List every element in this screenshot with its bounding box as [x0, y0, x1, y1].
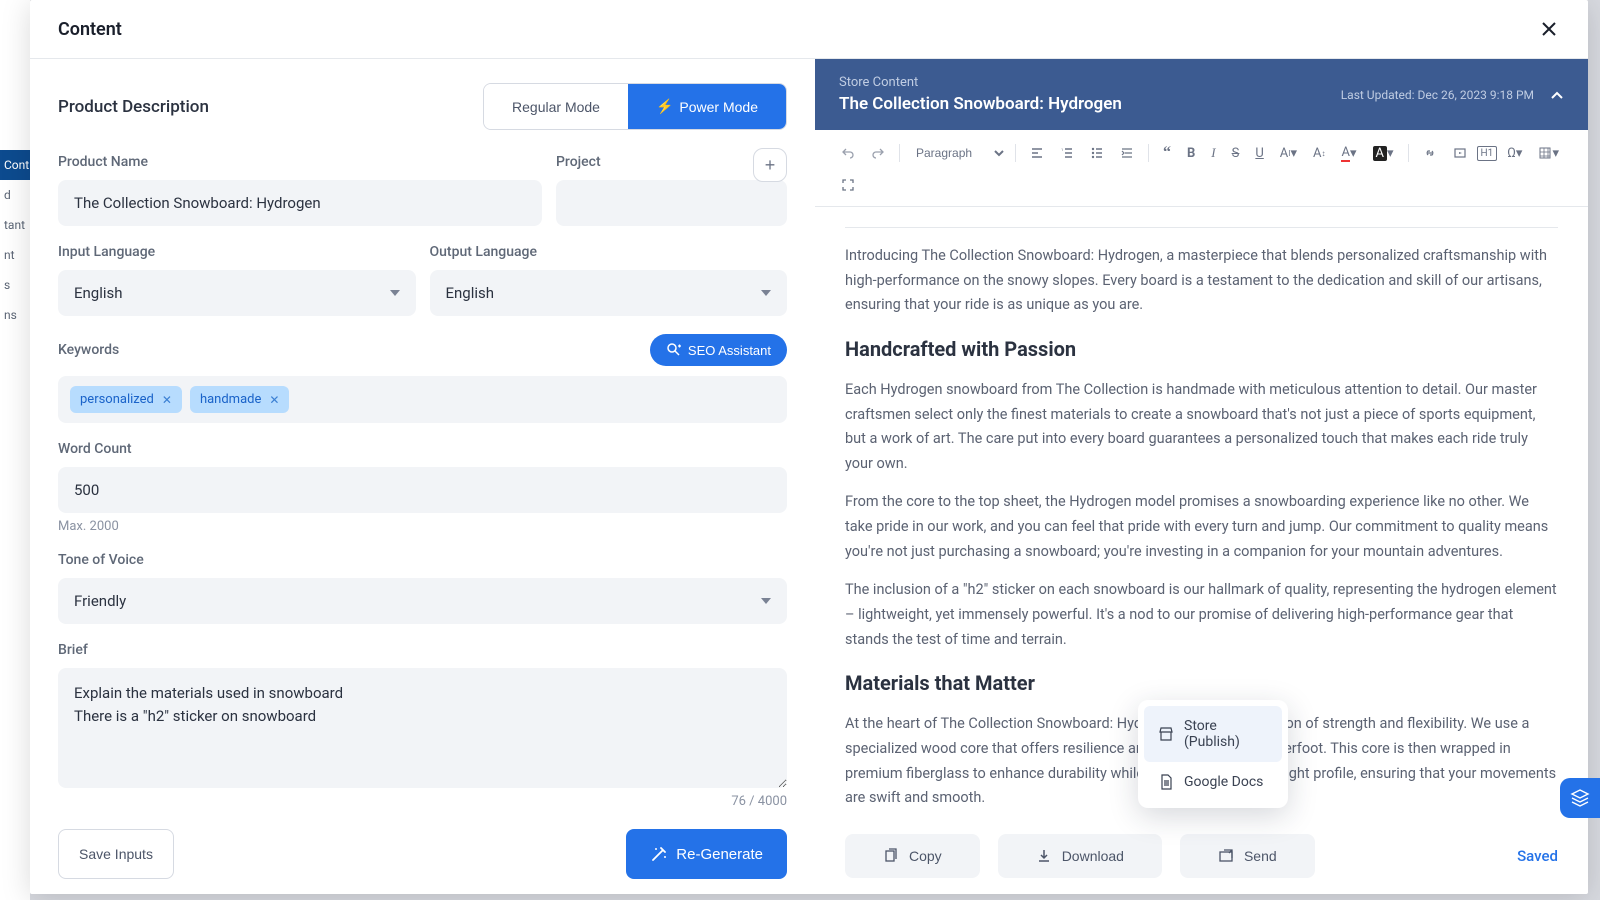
close-button[interactable] [1538, 18, 1560, 40]
quote-button[interactable]: “ [1157, 140, 1177, 166]
special-char-button[interactable]: Ω▾ [1501, 142, 1528, 165]
content-paragraph: Introducing The Collection Snowboard: Hy… [845, 244, 1558, 318]
backdrop-nav-item: Cont [0, 150, 30, 180]
modal-title: Content [58, 19, 122, 40]
content-heading: Materials that Matter [845, 666, 1558, 700]
input-language-label: Input Language [58, 244, 416, 260]
keyword-text: handmade [200, 392, 261, 407]
seo-assistant-button[interactable]: SEO Assistant [650, 334, 787, 366]
superscript-button[interactable]: A↕ [1307, 142, 1331, 165]
collapse-button[interactable] [1550, 90, 1564, 100]
table-button[interactable]: ▾ [1532, 142, 1565, 165]
remove-keyword-button[interactable]: ✕ [162, 393, 172, 407]
google-docs-label: Google Docs [1184, 774, 1263, 790]
content-paragraph: From the core to the top sheet, the Hydr… [845, 490, 1558, 564]
strike-button[interactable]: S [1226, 142, 1246, 165]
section-title: Product Description [58, 97, 209, 117]
word-count-label: Word Count [58, 441, 787, 457]
indent-button[interactable] [1114, 142, 1140, 164]
content-paragraph: Each Hydrogen snowboard from The Collect… [845, 378, 1558, 477]
keyword-tag: handmade ✕ [190, 386, 290, 413]
svg-text:1: 1 [1061, 147, 1063, 152]
backdrop-nav-item: ns [0, 300, 30, 330]
underline-button[interactable]: U [1249, 142, 1269, 165]
undo-button[interactable] [835, 142, 861, 164]
backdrop-nav-item: s [0, 270, 30, 300]
input-language-select[interactable] [58, 270, 416, 316]
wand-icon [650, 845, 668, 863]
bold-button[interactable]: B [1181, 142, 1201, 165]
text-color-button[interactable]: A▾ [1335, 141, 1362, 166]
remove-keyword-button[interactable]: ✕ [269, 393, 279, 407]
regenerate-button[interactable]: Re-Generate [626, 829, 787, 879]
send-popover: Store (Publish) Google Docs [1138, 700, 1288, 808]
form-panel: Product Description Regular Mode ⚡ Power… [30, 59, 815, 894]
add-project-button[interactable]: + [753, 148, 787, 182]
align-button[interactable] [1024, 142, 1050, 164]
fullscreen-button[interactable] [835, 174, 861, 196]
tone-label: Tone of Voice [58, 552, 787, 568]
editor-doc-title: The Collection Snowboard: Hydrogen [839, 94, 1122, 114]
document-icon [1158, 774, 1174, 790]
store-publish-label: Store (Publish) [1184, 718, 1268, 750]
store-publish-option[interactable]: Store (Publish) [1144, 706, 1282, 762]
google-docs-option[interactable]: Google Docs [1144, 762, 1282, 802]
heading-button[interactable]: H1 [1477, 146, 1498, 161]
power-mode-button[interactable]: ⚡ Power Mode [628, 84, 786, 129]
bolt-icon: ⚡ [656, 98, 673, 115]
seo-icon [666, 342, 682, 358]
bullet-list-button[interactable] [1084, 142, 1110, 164]
regular-mode-button[interactable]: Regular Mode [484, 84, 628, 129]
output-language-select[interactable] [430, 270, 788, 316]
copy-label: Copy [909, 848, 942, 864]
keyword-text: personalized [80, 392, 154, 407]
mode-toggle: Regular Mode ⚡ Power Mode [483, 83, 787, 130]
saved-status: Saved [1517, 847, 1558, 865]
brief-char-count: 76 / 4000 [58, 794, 787, 809]
store-icon [1158, 726, 1174, 742]
brief-textarea[interactable] [58, 668, 787, 788]
send-icon [1218, 848, 1234, 864]
content-modal: Content Product Description Regular Mode… [30, 0, 1588, 894]
copy-icon [883, 848, 899, 864]
keywords-label: Keywords [58, 342, 119, 358]
backdrop-nav-item: nt [0, 240, 30, 270]
ordered-list-button[interactable]: 1 [1054, 142, 1080, 164]
highlight-button[interactable]: A▾ [1367, 142, 1400, 165]
download-icon [1036, 848, 1052, 864]
block-format-select[interactable]: Paragraph [908, 143, 1007, 163]
project-input[interactable] [556, 180, 787, 226]
output-language-label: Output Language [430, 244, 788, 260]
power-mode-label: Power Mode [679, 99, 758, 115]
link-button[interactable] [1417, 142, 1443, 164]
regenerate-label: Re-Generate [676, 846, 763, 863]
editor-breadcrumb: Store Content [839, 75, 1122, 90]
download-button[interactable]: Download [998, 834, 1162, 878]
redo-button[interactable] [865, 142, 891, 164]
copy-button[interactable]: Copy [845, 834, 980, 878]
keyword-tag: personalized ✕ [70, 386, 182, 413]
product-name-label: Product Name [58, 154, 542, 170]
editor-toolbar: Paragraph 1 “ B I S U AI▾ A↕ A▾ A▾ H1 [815, 130, 1588, 207]
send-button[interactable]: Send [1180, 834, 1315, 878]
content-heading: Handcrafted with Passion [845, 332, 1558, 366]
save-inputs-button[interactable]: Save Inputs [58, 829, 174, 879]
last-updated: Last Updated: Dec 26, 2023 9:18 PM [1341, 88, 1534, 102]
word-count-input[interactable] [58, 467, 787, 513]
brief-label: Brief [58, 642, 787, 658]
backdrop-nav-item: tant [0, 210, 30, 240]
keywords-container[interactable]: personalized ✕ handmade ✕ [58, 376, 787, 423]
font-size-button[interactable]: AI▾ [1274, 142, 1303, 165]
seo-assistant-label: SEO Assistant [688, 343, 771, 358]
tone-select[interactable] [58, 578, 787, 624]
content-paragraph: The inclusion of a "h2" sticker on each … [845, 578, 1558, 652]
send-label: Send [1244, 848, 1277, 864]
floating-layers-button[interactable] [1560, 778, 1600, 818]
word-count-hint: Max. 2000 [58, 519, 787, 534]
media-button[interactable] [1447, 142, 1473, 164]
backdrop-nav-item: d [0, 180, 30, 210]
italic-button[interactable]: I [1205, 141, 1221, 165]
product-name-input[interactable] [58, 180, 542, 226]
download-label: Download [1062, 848, 1124, 864]
